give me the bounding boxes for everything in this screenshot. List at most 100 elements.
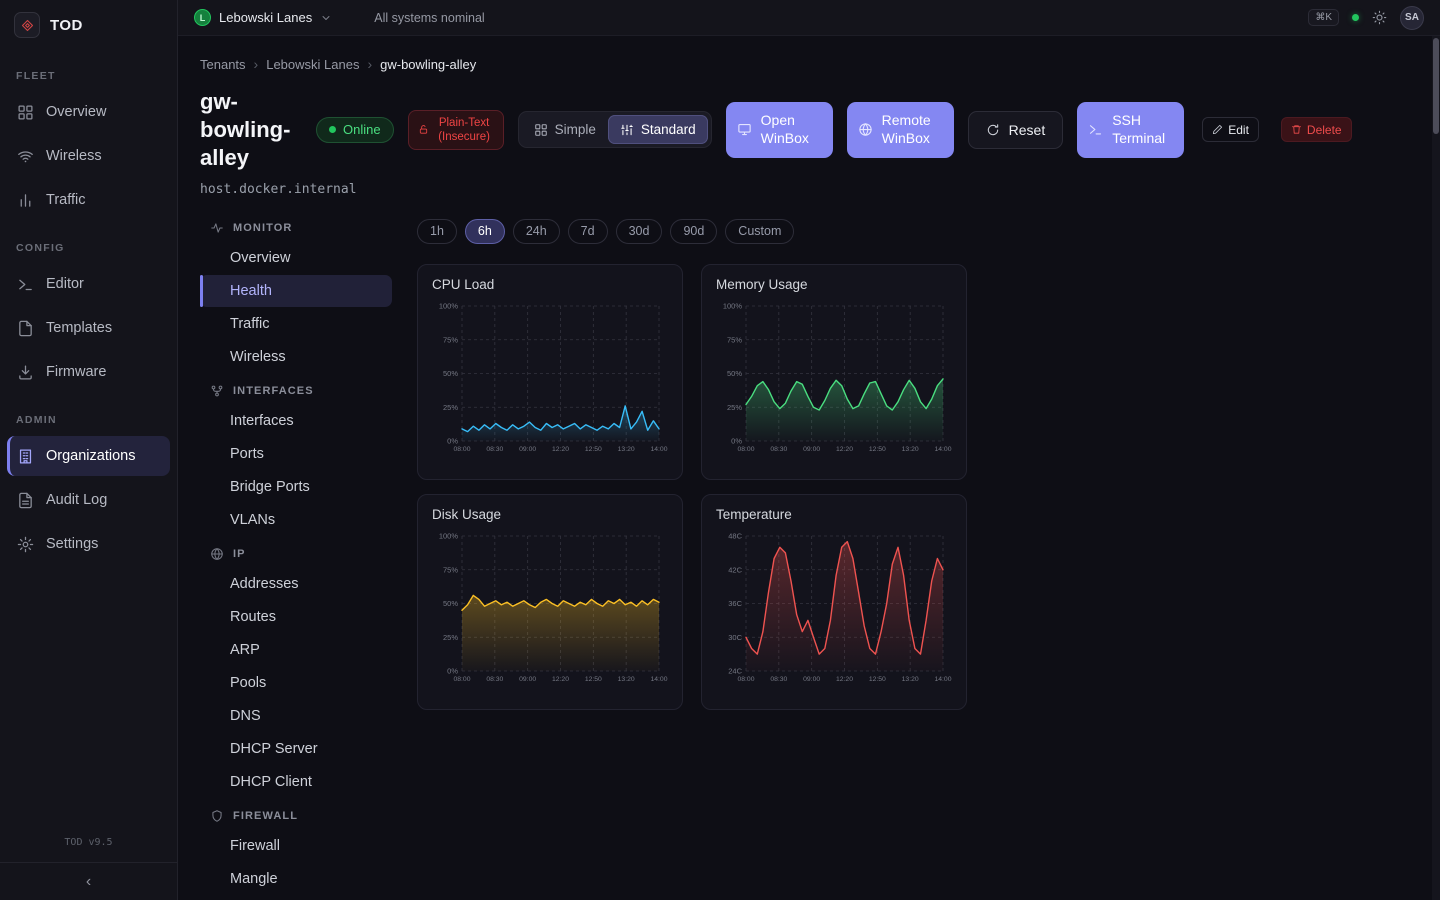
mode-simple-button[interactable]: Simple (522, 115, 608, 144)
chart-title: Memory Usage (716, 277, 952, 292)
subnav-section-monitor: MONITOR (200, 211, 392, 241)
svg-text:09:00: 09:00 (519, 446, 536, 453)
download-icon (17, 364, 34, 381)
pencil-icon (1212, 124, 1223, 135)
time-range-1h[interactable]: 1h (417, 219, 457, 244)
svg-text:08:30: 08:30 (486, 676, 503, 683)
edit-button[interactable]: Edit (1202, 117, 1259, 142)
main-content: Tenants › Lebowski Lanes › gw-bowling-al… (178, 0, 1440, 900)
subnav-item-dhcp-server[interactable]: DHCP Server (200, 733, 392, 765)
svg-text:48C: 48C (728, 531, 742, 540)
subnav-section-ip: IP (200, 537, 392, 567)
user-avatar[interactable]: SA (1400, 6, 1424, 30)
sidebar-section-fleet: FLEET (0, 50, 177, 90)
svg-text:42C: 42C (728, 565, 742, 574)
open-winbox-button[interactable]: Open WinBox (726, 102, 833, 158)
time-range-6h[interactable]: 6h (465, 219, 505, 244)
device-subnav: MONITOR Overview Health Traffic Wireless… (200, 211, 392, 896)
svg-text:30C: 30C (728, 633, 742, 642)
subnav-item-dns[interactable]: DNS (200, 700, 392, 732)
delete-button[interactable]: Delete (1281, 117, 1352, 142)
subnav-item-dhcp-client[interactable]: DHCP Client (200, 766, 392, 798)
gear-icon (17, 536, 34, 553)
svg-text:13:20: 13:20 (902, 676, 919, 683)
time-range-30d[interactable]: 30d (616, 219, 663, 244)
sidebar-item-organizations[interactable]: Organizations (7, 436, 170, 476)
time-range-custom[interactable]: Custom (725, 219, 794, 244)
sidebar-item-wireless[interactable]: Wireless (7, 136, 170, 176)
subnav-item-addresses[interactable]: Addresses (200, 568, 392, 600)
time-range-90d[interactable]: 90d (670, 219, 717, 244)
sidebar-item-templates[interactable]: Templates (7, 308, 170, 348)
sidebar-item-firmware[interactable]: Firmware (7, 352, 170, 392)
time-range-24h[interactable]: 24h (513, 219, 560, 244)
subnav-item-overview[interactable]: Overview (200, 242, 392, 274)
document-icon (17, 492, 34, 509)
ssh-terminal-button[interactable]: SSH Terminal (1077, 102, 1184, 158)
subnav-item-routes[interactable]: Routes (200, 601, 392, 633)
svg-text:100%: 100% (439, 301, 459, 310)
subnav-item-vlans[interactable]: VLANs (200, 504, 392, 536)
chart-title: CPU Load (432, 277, 668, 292)
device-hostname: host.docker.internal (178, 172, 1440, 197)
svg-text:100%: 100% (439, 531, 459, 540)
app-logo-row: TOD (0, 0, 177, 50)
subnav-item-arp[interactable]: ARP (200, 634, 392, 666)
scrollbar-thumb[interactable] (1433, 38, 1439, 134)
sidebar-item-audit-log[interactable]: Audit Log (7, 480, 170, 520)
subnav-item-wireless[interactable]: Wireless (200, 341, 392, 373)
subnav-item-interfaces[interactable]: Interfaces (200, 405, 392, 437)
command-palette-shortcut[interactable]: ⌘K (1308, 9, 1339, 26)
svg-text:75%: 75% (727, 335, 742, 344)
sidebar-item-label: Editor (46, 276, 84, 292)
breadcrumb-tenant[interactable]: Lebowski Lanes (266, 57, 359, 72)
trash-icon (1291, 124, 1302, 135)
page-scrollbar[interactable] (1432, 36, 1440, 900)
sidebar-item-traffic[interactable]: Traffic (7, 180, 170, 220)
svg-text:36C: 36C (728, 599, 742, 608)
sidebar-item-label: Audit Log (46, 492, 107, 508)
sidebar-item-label: Settings (46, 536, 98, 552)
open-winbox-label: Open WinBox (761, 112, 822, 147)
subnav-item-health[interactable]: Health (200, 275, 392, 307)
sidebar-item-overview[interactable]: Overview (7, 92, 170, 132)
breadcrumb-tenants[interactable]: Tenants (200, 57, 246, 72)
svg-text:08:30: 08:30 (486, 446, 503, 453)
sidebar-item-label: Templates (46, 320, 112, 336)
svg-text:08:00: 08:00 (737, 446, 754, 453)
svg-text:75%: 75% (443, 335, 458, 344)
remote-winbox-button[interactable]: Remote WinBox (847, 102, 954, 158)
sidebar-footer: TOD v9.5 ‹ (0, 837, 177, 900)
subnav-item-traffic[interactable]: Traffic (200, 308, 392, 340)
svg-text:0%: 0% (447, 666, 458, 675)
sidebar-collapse-button[interactable]: ‹ (0, 862, 177, 900)
subnav-item-bridge-ports[interactable]: Bridge Ports (200, 471, 392, 503)
tenant-selector[interactable]: L Lebowski Lanes (194, 9, 332, 26)
svg-text:08:30: 08:30 (770, 676, 787, 683)
svg-text:14:00: 14:00 (650, 676, 667, 683)
time-range-7d[interactable]: 7d (568, 219, 608, 244)
breadcrumb-separator: › (367, 56, 372, 72)
reset-label: Reset (1009, 122, 1046, 138)
subnav-item-pools[interactable]: Pools (200, 667, 392, 699)
security-warning-label: Plain-Text (Insecure) (435, 116, 494, 145)
subnav-item-firewall[interactable]: Firewall (200, 830, 392, 862)
sidebar-item-editor[interactable]: Editor (7, 264, 170, 304)
activity-icon (210, 221, 224, 235)
temperature-chart: 48C42C36C30C24C08:0008:3009:0012:2012:50… (716, 530, 954, 688)
sun-icon[interactable] (1372, 10, 1387, 25)
sidebar-item-settings[interactable]: Settings (7, 524, 170, 564)
app-version: TOD v9.5 (0, 837, 177, 862)
subnav-item-ports[interactable]: Ports (200, 438, 392, 470)
svg-text:12:20: 12:20 (552, 676, 569, 683)
mode-standard-button[interactable]: Standard (608, 115, 708, 144)
sliders-icon (620, 123, 634, 137)
svg-text:13:20: 13:20 (618, 676, 635, 683)
health-status-dot (1352, 14, 1359, 21)
ssh-terminal-label: SSH Terminal (1112, 112, 1173, 147)
svg-text:12:50: 12:50 (585, 676, 602, 683)
subnav-item-mangle[interactable]: Mangle (200, 863, 392, 895)
reset-button[interactable]: Reset (968, 111, 1064, 149)
online-status-badge: Online (316, 117, 394, 143)
svg-text:0%: 0% (731, 436, 742, 445)
